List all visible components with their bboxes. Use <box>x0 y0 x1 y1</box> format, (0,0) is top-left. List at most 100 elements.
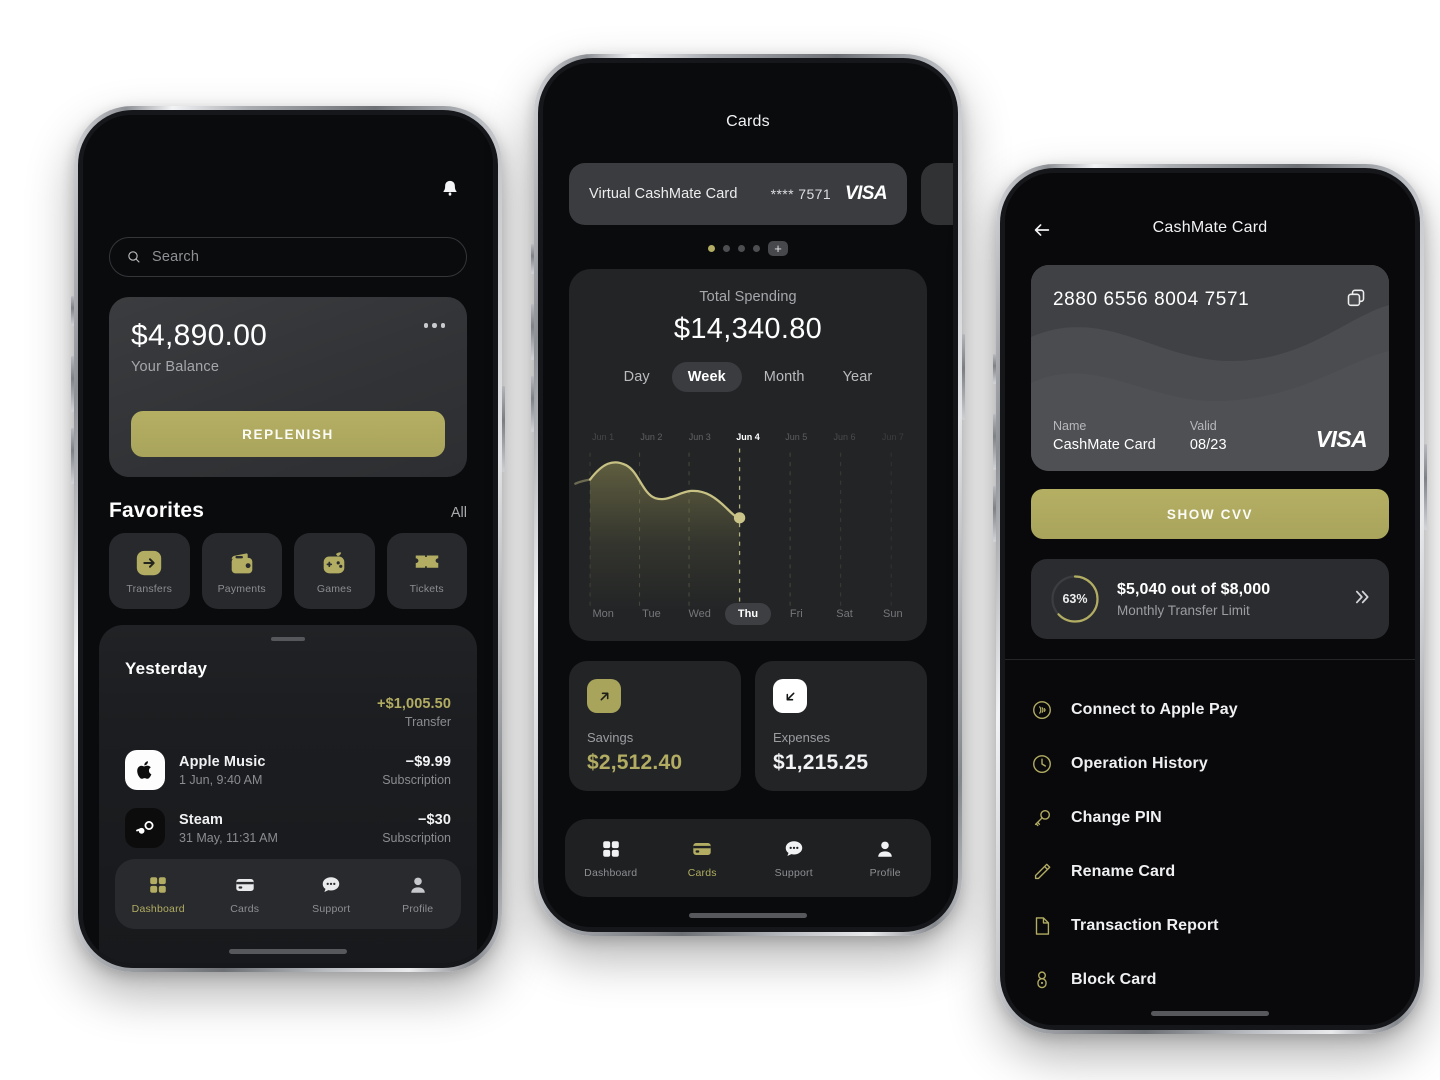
power-button[interactable] <box>962 334 965 420</box>
menu-item-change-pin[interactable]: Change PIN <box>1031 791 1389 845</box>
tick-label: Sat <box>836 608 853 620</box>
mute-switch[interactable] <box>71 296 74 326</box>
key-icon <box>1034 809 1051 827</box>
favorite-label: Payments <box>217 582 266 595</box>
phone-dashboard: Search $4,890.00 Your Balance REPLENISH … <box>71 106 505 972</box>
tab-dashboard[interactable]: Dashboard <box>115 874 202 915</box>
card-icon <box>693 842 711 855</box>
progress-ring: 63% <box>1049 573 1101 625</box>
table-row[interactable]: +$1,005.50 Transfer <box>99 683 477 741</box>
chevron-double-right-icon[interactable] <box>1351 587 1371 612</box>
mute-switch[interactable] <box>531 244 534 274</box>
show-cvv-button[interactable]: SHOW CVV <box>1031 489 1389 539</box>
spending-chart[interactable]: Jun 1 Jun 2 Jun 3 Jun 4 Jun 5 Jun 6 Jun … <box>569 432 927 641</box>
range-month[interactable]: Month <box>748 362 821 392</box>
table-row[interactable]: Steam 31 May, 11:31 AM −$30 Subscription <box>99 799 477 857</box>
tab-support[interactable]: Support <box>288 874 375 915</box>
bell-icon[interactable] <box>439 177 461 201</box>
phone1-screen: Search $4,890.00 Your Balance REPLENISH … <box>83 115 493 963</box>
transaction-amount: −$9.99 <box>405 753 451 770</box>
search-placeholder: Search <box>152 249 200 265</box>
chat-icon <box>785 840 802 856</box>
kpi-label: Expenses <box>773 730 831 745</box>
card-name-label: Name <box>1053 419 1087 433</box>
range-day[interactable]: Day <box>608 362 666 392</box>
menu-item-rename-card[interactable]: Rename Card <box>1031 845 1389 899</box>
steam-icon <box>125 808 165 848</box>
range-week[interactable]: Week <box>671 362 742 392</box>
transaction-name: Apple Music <box>179 753 266 770</box>
pager-dot[interactable] <box>723 245 730 252</box>
tick-label: Tue <box>642 608 661 620</box>
volume-down-button[interactable] <box>993 486 996 542</box>
tab-dashboard[interactable]: Dashboard <box>565 838 657 879</box>
menu-item-label: Connect to Apple Pay <box>1071 701 1238 718</box>
menu-item-operation-history[interactable]: Operation History <box>1031 737 1389 791</box>
apple-icon <box>125 750 165 790</box>
tab-profile[interactable]: Profile <box>840 838 932 879</box>
tick-label: Jun 6 <box>833 432 856 442</box>
mockup-canvas: Search $4,890.00 Your Balance REPLENISH … <box>0 0 1440 1080</box>
menu-item-label: Change PIN <box>1071 809 1162 826</box>
home-indicator <box>229 949 347 954</box>
tab-cards[interactable]: Cards <box>202 874 289 915</box>
favorite-transfers[interactable]: Transfers <box>109 533 190 609</box>
card-item-next[interactable] <box>921 163 953 225</box>
card-valid-label: Valid <box>1189 419 1217 433</box>
person-icon <box>878 841 893 857</box>
screen-header: CashMate Card <box>1005 219 1415 245</box>
tick-label-active[interactable]: Thu <box>724 603 772 625</box>
kpi-label: Savings <box>587 730 634 745</box>
copy-icon[interactable] <box>1345 287 1367 309</box>
menu-item-apple-pay[interactable]: Connect to Apple Pay <box>1031 683 1389 737</box>
volume-up-button[interactable] <box>993 414 996 470</box>
transaction-list: +$1,005.50 Transfer Apple Music 1 Jun, 9… <box>99 683 477 857</box>
card-carousel[interactable]: Virtual CashMate Card **** 7571 VISA <box>543 163 953 225</box>
mute-switch[interactable] <box>993 354 996 384</box>
kpi-savings[interactable]: Savings $2,512.40 <box>569 661 741 791</box>
volume-down-button[interactable] <box>531 376 534 432</box>
card-valid-block: Valid 08/23 <box>1190 419 1227 453</box>
favorite-label: Games <box>316 582 352 595</box>
plus-icon[interactable]: + <box>768 241 788 256</box>
kpi-value: $2,512.40 <box>587 751 683 774</box>
menu-item-transaction-report[interactable]: Transaction Report <box>1031 899 1389 953</box>
favorites-all-link[interactable]: All <box>451 505 467 521</box>
transfer-limit-card[interactable]: 63% $5,040 out of $8,000 Monthly Transfe… <box>1031 559 1389 639</box>
document-icon <box>1035 917 1050 935</box>
power-button[interactable] <box>502 386 505 472</box>
volume-down-button[interactable] <box>71 428 74 484</box>
power-button[interactable] <box>1424 444 1427 530</box>
spending-label: Total Spending <box>699 289 797 305</box>
tab-cards[interactable]: Cards <box>657 838 749 879</box>
ticket-icon <box>415 555 438 568</box>
kpi-expenses[interactable]: Expenses $1,215.25 <box>755 661 927 791</box>
menu-item-label: Operation History <box>1071 755 1208 772</box>
favorite-tickets[interactable]: Tickets <box>386 533 467 609</box>
pager-dot[interactable] <box>753 245 760 252</box>
card-item[interactable]: Virtual CashMate Card **** 7571 VISA <box>569 163 907 225</box>
transaction-date: 31 May, 11:31 AM <box>179 830 278 845</box>
volume-up-button[interactable] <box>531 304 534 360</box>
transactions-sheet: Yesterday +$1,005.50 Transfer Apple Musi… <box>99 625 477 963</box>
pager-dot[interactable] <box>738 245 745 252</box>
search-input[interactable]: Search <box>109 237 467 277</box>
arrow-left-icon[interactable] <box>1031 219 1053 241</box>
more-options-icon[interactable] <box>423 323 445 328</box>
favorite-payments[interactable]: Payments <box>201 533 282 609</box>
tab-support[interactable]: Support <box>748 838 840 879</box>
transaction-category: Subscription <box>382 830 451 845</box>
page-title: Cards <box>726 113 770 130</box>
favorite-label: Transfers <box>126 582 173 595</box>
carousel-pagination[interactable]: + <box>543 241 953 256</box>
tab-profile[interactable]: Profile <box>375 874 462 915</box>
menu-item-block-card[interactable]: Block Card <box>1031 953 1389 1007</box>
volume-up-button[interactable] <box>71 356 74 412</box>
pager-dot[interactable] <box>708 245 715 252</box>
table-row[interactable]: Apple Music 1 Jun, 9:40 AM −$9.99 Subscr… <box>99 741 477 799</box>
range-selector: Day Week Month Year <box>569 362 927 392</box>
favorite-games[interactable]: Games <box>294 533 375 609</box>
sheet-drag-handle[interactable] <box>271 637 305 641</box>
replenish-button[interactable]: REPLENISH <box>131 411 445 457</box>
range-year[interactable]: Year <box>827 362 889 392</box>
